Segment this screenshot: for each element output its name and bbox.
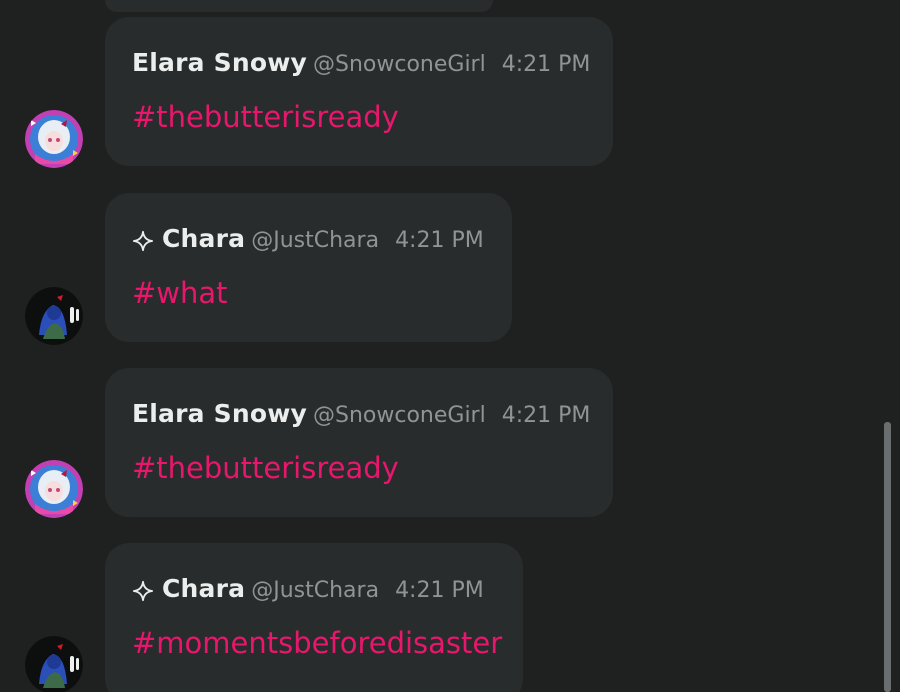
author-handle[interactable]: @SnowconeGirl [313, 52, 486, 77]
message-hashtag[interactable]: #what [132, 275, 228, 311]
sparkle-icon [132, 580, 154, 601]
author-handle[interactable]: @JustChara [251, 228, 379, 253]
timestamp: 4:21 PM [501, 52, 591, 77]
avatar[interactable] [25, 460, 83, 518]
message-bubble[interactable]: Elara Snowy @SnowconeGirl 4:21 PM #thebutt… [105, 368, 613, 517]
timestamp: 4:21 PM [395, 578, 484, 603]
avatar[interactable] [25, 287, 83, 345]
scrollbar-thumb[interactable] [884, 422, 891, 692]
message-header: Elara Snowy @SnowconeGirl 4:21 PM [132, 398, 590, 430]
author-name[interactable]: Elara Snowy [132, 48, 307, 77]
author-handle[interactable]: @SnowconeGirl [313, 403, 486, 428]
message-header: Chara @JustChara 4:21 PM [132, 573, 484, 605]
chara-avatar-icon [25, 287, 83, 345]
message-hashtag[interactable]: #momentsbeforedisaster [132, 625, 502, 661]
timestamp: 4:21 PM [395, 228, 484, 253]
timestamp: 4:21 PM [501, 403, 591, 428]
message-header: Chara @JustChara 4:21 PM [132, 223, 484, 255]
message-header: Elara Snowy @SnowconeGirl 4:21 PM [132, 47, 590, 79]
avatar[interactable] [25, 110, 83, 168]
message-bubble[interactable]: Chara @JustChara 4:21 PM #what [105, 193, 512, 342]
author-name[interactable]: Chara [162, 574, 245, 603]
previous-message-bubble[interactable] [105, 0, 493, 12]
author-name[interactable]: Chara [162, 224, 245, 253]
message-bubble[interactable]: Chara @JustChara 4:21 PM #momentsbeforedis… [105, 543, 523, 692]
elara-avatar-icon [25, 460, 83, 518]
elara-avatar-icon [25, 110, 83, 168]
chara-avatar-icon [25, 636, 83, 692]
avatar[interactable] [25, 636, 83, 692]
chat-view: Elara Snowy @SnowconeGirl 4:21 PM #thebutt… [0, 0, 900, 692]
sparkle-icon [132, 230, 154, 251]
message-hashtag[interactable]: #thebutterisready [132, 99, 399, 135]
author-handle[interactable]: @JustChara [251, 578, 379, 603]
message-hashtag[interactable]: #thebutterisready [132, 450, 399, 486]
author-name[interactable]: Elara Snowy [132, 399, 307, 428]
message-bubble[interactable]: Elara Snowy @SnowconeGirl 4:21 PM #thebutt… [105, 17, 613, 166]
